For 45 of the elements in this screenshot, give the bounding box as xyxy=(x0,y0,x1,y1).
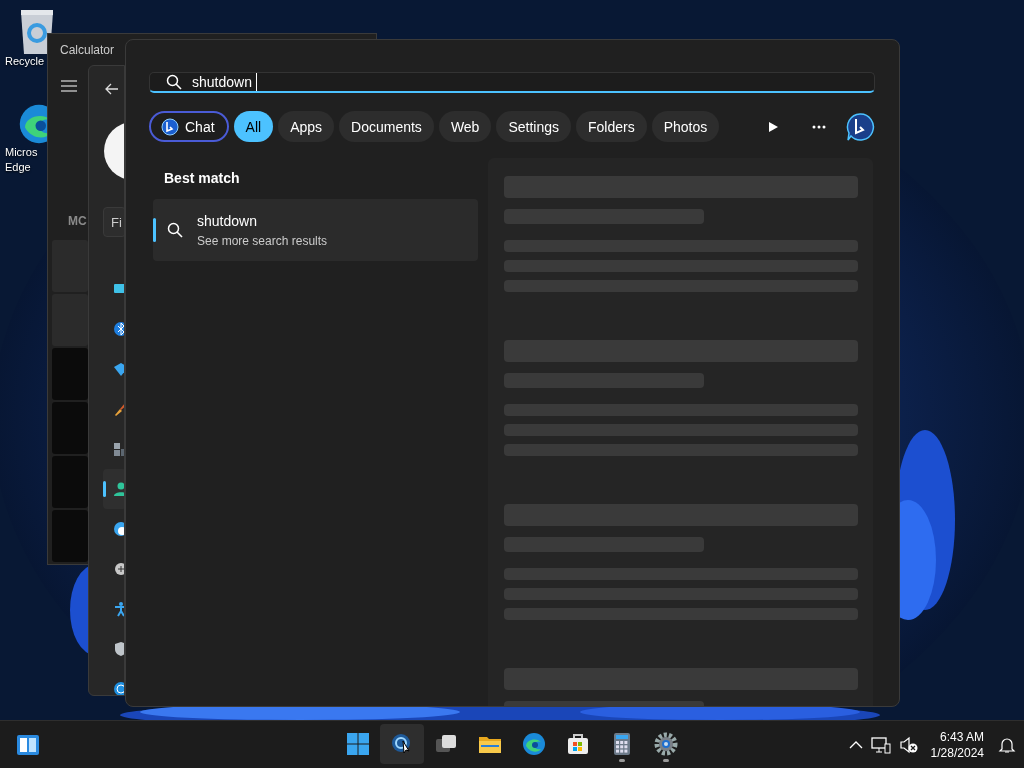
clock-date[interactable]: 1/28/2024 xyxy=(930,744,984,761)
play-icon[interactable] xyxy=(767,120,779,133)
filter-tab[interactable]: Web xyxy=(438,111,492,142)
apps-icon[interactable] xyxy=(113,441,124,457)
search-field[interactable]: shutdown xyxy=(149,72,875,93)
back-arrow-icon[interactable] xyxy=(105,83,119,95)
search-result[interactable]: shutdown See more search results xyxy=(153,199,478,261)
desktop-icon-label: Edge xyxy=(5,160,31,175)
filter-tab[interactable]: Apps xyxy=(278,111,335,142)
desktop-icon-label: Micros xyxy=(5,145,38,160)
filter-tab[interactable]: Documents xyxy=(339,111,434,142)
chevron-up-icon[interactable] xyxy=(848,740,863,749)
muted-speaker-icon[interactable] xyxy=(898,735,919,754)
taskbar-button[interactable] xyxy=(380,724,424,764)
filter-tab[interactable]: Settings xyxy=(496,111,571,142)
shield-icon[interactable] xyxy=(113,641,124,657)
chat-button[interactable]: Chat xyxy=(149,111,229,142)
window-title: Calculator xyxy=(60,43,115,57)
search-field[interactable]: Fi xyxy=(103,207,124,237)
result-title: shutdown xyxy=(197,212,258,229)
notification-bell-icon[interactable] xyxy=(998,735,1016,754)
store-icon xyxy=(566,732,590,756)
gear-icon xyxy=(654,732,678,756)
chat-icon[interactable] xyxy=(845,111,875,142)
network-icon[interactable] xyxy=(870,735,891,754)
nav-item[interactable] xyxy=(103,469,124,509)
more-icon[interactable] xyxy=(812,124,826,129)
gamepad-icon[interactable] xyxy=(113,561,124,577)
desktop-icon-label: Recycle xyxy=(5,54,45,69)
person-icon[interactable] xyxy=(113,481,124,497)
start-icon xyxy=(346,732,370,756)
chat-icon xyxy=(161,117,179,136)
filter-tab[interactable]: Photos xyxy=(651,111,720,142)
widgets-icon xyxy=(16,734,40,756)
clock-time[interactable]: 6:43 AM xyxy=(939,728,984,745)
search-icon xyxy=(166,74,182,90)
menu-icon[interactable] xyxy=(61,80,77,92)
result-subtitle: See more search results xyxy=(197,233,328,248)
section-heading: Best match xyxy=(164,170,241,186)
filter-tab[interactable]: Folders xyxy=(576,111,647,142)
search-icon xyxy=(167,222,183,238)
memory-clear-button[interactable]: MC xyxy=(68,214,87,228)
edge-icon xyxy=(522,732,546,756)
accessibility-icon[interactable] xyxy=(113,601,124,617)
filter-tab[interactable]: All xyxy=(233,111,274,142)
